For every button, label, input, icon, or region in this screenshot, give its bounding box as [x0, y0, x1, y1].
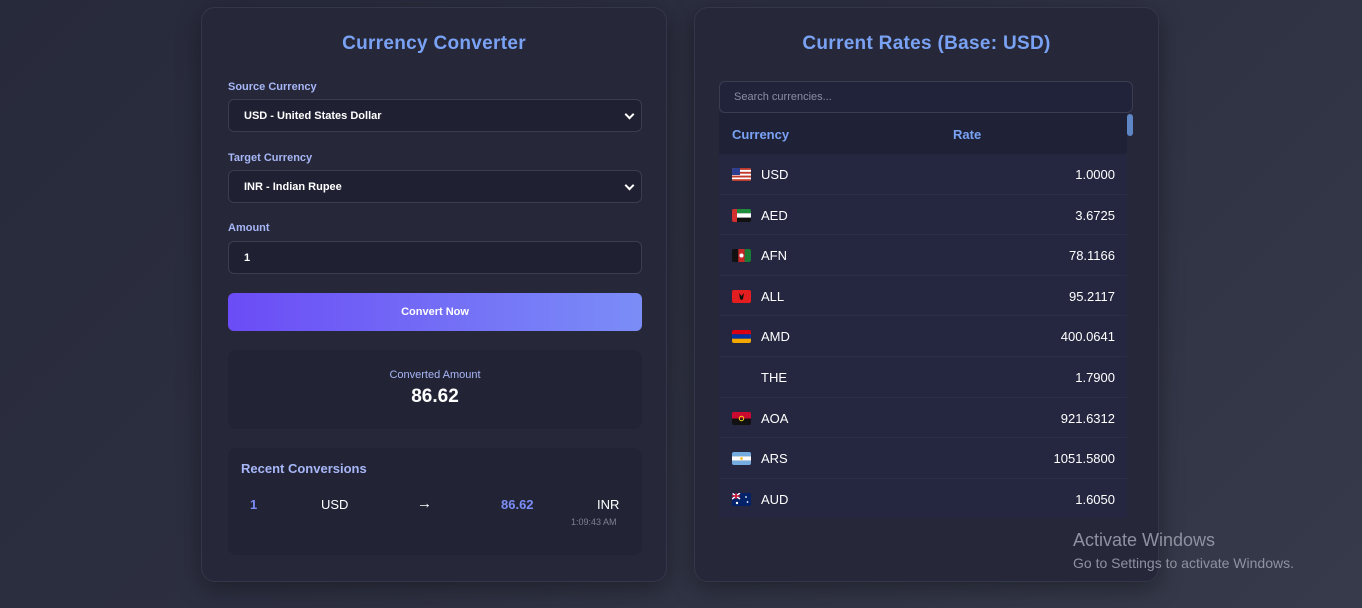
recent-conversions-box: Recent Conversions 1 USD → 86.62 INR 1:0… [228, 448, 642, 555]
source-currency-value: USD - United States Dollar [244, 109, 382, 122]
target-currency-select[interactable]: INR - Indian Rupee [228, 170, 642, 203]
currency-rate: 400.0641 [1060, 329, 1115, 345]
us-flag-icon [732, 168, 751, 181]
table-row: AOA 921.6312 [719, 397, 1127, 439]
currency-rate: 1.7900 [1075, 370, 1115, 385]
amount-label: Amount [228, 222, 270, 234]
target-currency-label: Target Currency [228, 152, 313, 164]
chevron-down-icon [624, 109, 635, 120]
table-row: AMD 400.0641 [719, 316, 1127, 357]
rates-title: Current Rates (Base: USD) [802, 33, 1051, 54]
converted-amount-label: Converted Amount [389, 369, 481, 381]
argentina-flag-icon [732, 452, 751, 466]
converter-title: Currency Converter [342, 33, 526, 54]
rates-table[interactable]: Currency Rate USD 1.0000 AED 3.6725 AFN … [719, 113, 1133, 518]
afghanistan-flag-icon [732, 249, 751, 263]
currency-code: AED [761, 207, 788, 223]
arrow-right-icon: → [417, 495, 432, 512]
currency-rate: 1051.5800 [1053, 451, 1115, 467]
currency-rate: 3.6725 [1075, 207, 1115, 223]
converted-amount-value: 86.62 [411, 386, 459, 407]
currency-code: AFN [761, 248, 787, 264]
uae-flag-icon [732, 208, 751, 222]
converted-amount-box: Converted Amount 86.62 [228, 350, 642, 429]
recent-from-currency: USD [321, 497, 349, 512]
angola-flag-icon [732, 411, 751, 425]
currency-rate: 1.6050 [1075, 491, 1115, 507]
table-row: USD 1.0000 [719, 154, 1127, 195]
currency-rate: 1.0000 [1075, 167, 1115, 182]
table-row: THE 1.7900 [719, 357, 1127, 398]
australia-flag-icon [732, 492, 751, 506]
currency-code: THE [761, 370, 787, 385]
recent-conversion-item: 1 USD → 86.62 INR [228, 495, 642, 517]
currency-rate: 921.6312 [1060, 410, 1115, 426]
chevron-down-icon [624, 180, 635, 191]
source-currency-label: Source Currency [228, 81, 317, 93]
currency-code: AOA [761, 410, 789, 426]
watermark-subtitle: Go to Settings to activate Windows. [1073, 555, 1294, 571]
currency-code: USD [761, 167, 789, 182]
currency-code: ALL [761, 288, 785, 304]
recent-amount: 1 [250, 497, 258, 512]
column-header-rate: Rate [953, 127, 982, 142]
recent-result: 86.62 [501, 497, 534, 512]
currency-rate: 95.2117 [1068, 288, 1115, 304]
recent-conversions-title: Recent Conversions [241, 461, 367, 476]
currency-rate: 78.1166 [1068, 248, 1115, 264]
amount-input[interactable]: 1 [228, 241, 642, 274]
table-row: AFN 78.1166 [719, 235, 1127, 276]
armenia-flag-icon [732, 330, 751, 344]
recent-timestamp: 1:09:43 AM [571, 517, 617, 527]
table-row: ARS 1051.5800 [719, 438, 1127, 479]
table-row: ALL 95.2117 [719, 275, 1127, 317]
table-row: AED 3.6725 [719, 194, 1127, 236]
column-header-currency: Currency [732, 127, 790, 142]
currency-search-input[interactable]: Search currencies... [719, 81, 1133, 113]
currency-code: ARS [761, 451, 788, 467]
convert-now-button[interactable]: Convert Now [228, 293, 642, 331]
table-row: AUD 1.6050 [719, 478, 1127, 518]
rates-table-header: Currency Rate [719, 113, 1127, 154]
currency-code: AMD [761, 329, 790, 345]
source-currency-select[interactable]: USD - United States Dollar [228, 99, 642, 132]
rates-panel: Current Rates (Base: USD) Search currenc… [694, 7, 1159, 582]
converter-panel: Currency Converter Source Currency USD -… [201, 7, 667, 582]
target-currency-value: INR - Indian Rupee [244, 180, 342, 193]
recent-to-currency: INR [597, 497, 620, 512]
watermark-title: Activate Windows [1073, 530, 1216, 550]
table-scrollbar[interactable] [1127, 114, 1133, 136]
activate-windows-watermark: Activate Windows Go to Settings to activ… [1073, 530, 1294, 571]
currency-code: AUD [761, 491, 789, 507]
albania-flag-icon [732, 289, 751, 303]
